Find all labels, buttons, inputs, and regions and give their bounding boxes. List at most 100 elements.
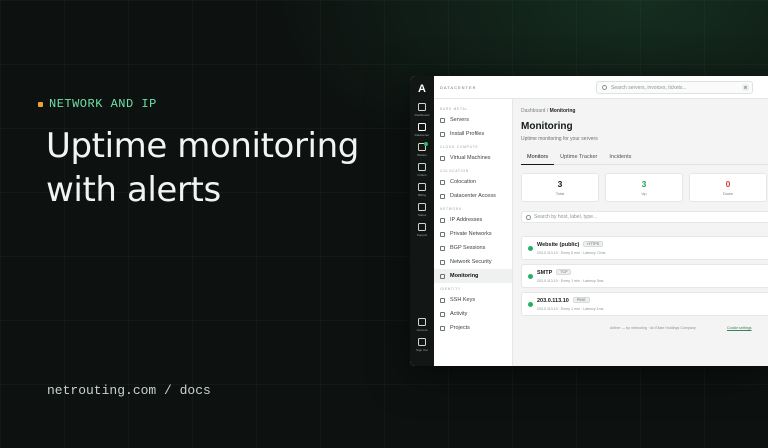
monitor-name: Website (public) bbox=[537, 242, 580, 248]
cloud-icon bbox=[440, 155, 445, 161]
app-logo[interactable]: A bbox=[418, 83, 426, 95]
gear-icon bbox=[417, 223, 426, 231]
app-window: A Dashboard Datacenter Basket Orders Bil… bbox=[410, 76, 768, 366]
rail-item-support[interactable]: Support bbox=[417, 223, 427, 237]
stat-label: Down bbox=[722, 191, 734, 196]
monitor-row[interactable]: SMTP TCP 203.0.113.10 · Every 1 min · Lat… bbox=[521, 264, 768, 288]
sidebar-item-servers[interactable]: Servers bbox=[434, 113, 512, 127]
tab-bar: Monitors Uptime Tracker Incidents bbox=[521, 151, 768, 165]
nav-label: Projects bbox=[450, 325, 470, 331]
rack-icon bbox=[440, 179, 445, 185]
rail-label: Account bbox=[416, 328, 428, 332]
sidebar-item-ssh-keys[interactable]: SSH Keys bbox=[434, 293, 512, 307]
rail-label: Dashboard bbox=[414, 113, 430, 117]
disk-icon bbox=[440, 131, 445, 137]
nav-label: Datacenter Access bbox=[450, 193, 496, 199]
sidebar-item-projects[interactable]: Projects bbox=[434, 321, 512, 335]
search-icon bbox=[526, 215, 531, 220]
tab-uptime-tracker[interactable]: Uptime Tracker bbox=[554, 151, 603, 165]
rail-item-dashboard[interactable]: Dashboard bbox=[414, 103, 430, 117]
filter-placeholder: Search by host, label, type... bbox=[534, 214, 598, 220]
nav-label: SSH Keys bbox=[450, 297, 476, 303]
footer-copyright: Aether — by netrouting · An Eliate Holdi… bbox=[610, 326, 696, 330]
stat-card-total: 3 Total bbox=[521, 173, 599, 202]
rail-item-account[interactable]: Account bbox=[416, 318, 428, 332]
sidebar-item-private-networks[interactable]: Private Networks bbox=[434, 227, 512, 241]
cookie-settings-link[interactable]: Cookie settings bbox=[727, 326, 752, 330]
rail-label: Billing bbox=[417, 193, 426, 197]
stat-card-up: 3 Up bbox=[605, 173, 683, 202]
nav-label: Virtual Machines bbox=[450, 155, 491, 161]
rail-item-basket[interactable]: Basket bbox=[417, 142, 428, 157]
tab-incidents[interactable]: Incidents bbox=[603, 151, 637, 165]
rail-bottom: Account Sign Out bbox=[410, 318, 434, 358]
monitor-meta: 203.0.113.10 · Every 1 min · Latency 1ms bbox=[537, 307, 604, 311]
clock-icon bbox=[440, 311, 445, 317]
sidebar-item-monitoring[interactable]: Monitoring bbox=[434, 269, 512, 283]
page-subtitle: Uptime monitoring for your servers bbox=[521, 136, 598, 142]
sidebar-item-ip-addresses[interactable]: IP Addresses bbox=[434, 213, 512, 227]
monitor-row[interactable]: Website (public) HTTPS 203.0.113.10 · Eve… bbox=[521, 236, 768, 260]
section-eyebrow: NETWORK AND IP bbox=[38, 97, 157, 111]
page-title: Monitoring bbox=[521, 121, 573, 132]
nav-group-label: NETWORK bbox=[440, 207, 462, 211]
search-icon bbox=[602, 85, 607, 90]
sidebar-item-datacenter-access[interactable]: Datacenter Access bbox=[434, 189, 512, 203]
stat-value: 0 bbox=[725, 179, 731, 189]
docs-link[interactable]: netrouting.com / docs bbox=[47, 383, 211, 398]
nav-group-label: IDENTITY bbox=[440, 287, 461, 291]
stats-row: 3 Total 3 Up 0 Down bbox=[521, 173, 767, 202]
nav-label: Network Security bbox=[450, 259, 492, 265]
nav-label: Monitoring bbox=[450, 273, 479, 279]
globe-icon bbox=[440, 245, 445, 251]
monitor-name: SMTP bbox=[537, 270, 553, 276]
signout-icon bbox=[418, 338, 426, 346]
rail-item-orders[interactable]: Orders bbox=[417, 163, 427, 177]
nav-group-label: BARE METAL bbox=[440, 107, 468, 111]
breadcrumb: Dashboard / Monitoring bbox=[521, 108, 575, 114]
tab-monitors[interactable]: Monitors bbox=[521, 151, 555, 165]
key-icon bbox=[440, 297, 445, 303]
breadcrumb-sep: / bbox=[546, 108, 549, 114]
sidebar-item-bgp-sessions[interactable]: BGP Sessions bbox=[434, 241, 512, 255]
breadcrumb-root[interactable]: Dashboard bbox=[521, 108, 545, 114]
stat-value: 3 bbox=[557, 179, 563, 189]
box-icon bbox=[417, 163, 426, 171]
nav-label: IP Addresses bbox=[450, 217, 483, 223]
cart-icon bbox=[417, 142, 428, 151]
key-icon bbox=[440, 193, 445, 199]
monitor-row[interactable]: 203.0.113.10 PING 203.0.113.10 · Every 1 … bbox=[521, 292, 768, 316]
hero-headline: Uptime monitoring with alerts bbox=[46, 126, 359, 210]
server-icon bbox=[440, 117, 445, 123]
monitor-search-input[interactable]: Search by host, label, type... bbox=[521, 211, 768, 223]
sidebar-item-virtual-machines[interactable]: Virtual Machines bbox=[434, 151, 512, 165]
monitor-name-line: 203.0.113.10 PING bbox=[537, 297, 590, 304]
stat-value: 3 bbox=[641, 179, 647, 189]
global-search-input[interactable]: Search servers, invoices, tickets... ⌘ bbox=[596, 81, 753, 94]
nav-group-label: CLOUD COMPUTE bbox=[440, 145, 479, 149]
rail-item-billing[interactable]: Billing bbox=[417, 183, 426, 197]
nav-label: Private Networks bbox=[450, 231, 492, 237]
sidebar-item-colocation[interactable]: Colocation bbox=[434, 175, 512, 189]
workspace-label: DATACENTER bbox=[440, 85, 477, 90]
file-icon bbox=[417, 183, 426, 191]
nav-label: Servers bbox=[450, 117, 469, 123]
rail-label: Status bbox=[417, 213, 427, 217]
rail-item-datacenter[interactable]: Datacenter bbox=[415, 123, 429, 137]
rail-item-status[interactable]: Status bbox=[417, 203, 427, 217]
sidebar-item-install-profiles[interactable]: Install Profiles bbox=[434, 127, 512, 141]
eyebrow-dot bbox=[38, 101, 43, 107]
shortcut-key: ⌘ bbox=[742, 84, 749, 91]
monitor-name: 203.0.113.10 bbox=[537, 298, 569, 304]
rail-label: Sign Out bbox=[416, 348, 428, 352]
sidebar-item-activity[interactable]: Activity bbox=[434, 307, 512, 321]
monitor-type-badge: HTTPS bbox=[583, 241, 604, 247]
icon-rail: A Dashboard Datacenter Basket Orders Bil… bbox=[410, 76, 434, 366]
sidebar-item-network-security[interactable]: Network Security bbox=[434, 255, 512, 269]
monitor-meta: 203.0.113.10 · Every 1 min · Latency 3ms bbox=[537, 279, 604, 283]
status-up-dot bbox=[528, 274, 533, 279]
network-icon bbox=[440, 217, 445, 223]
shield-icon bbox=[440, 259, 445, 265]
rail-item-signout[interactable]: Sign Out bbox=[416, 338, 428, 352]
user-icon bbox=[418, 318, 426, 326]
